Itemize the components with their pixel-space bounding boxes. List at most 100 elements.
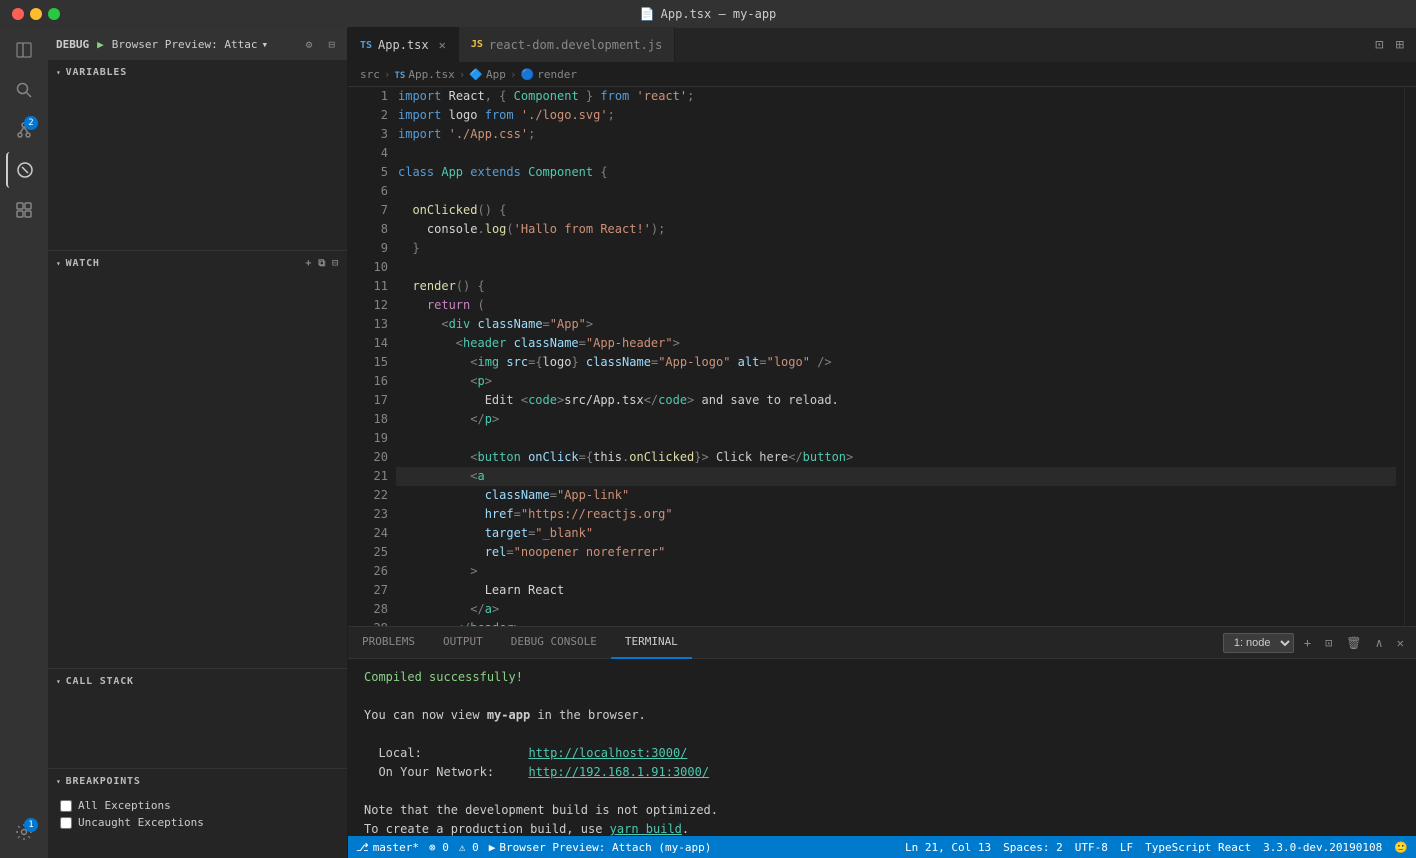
tab-output[interactable]: OUTPUT xyxy=(429,627,497,659)
variables-content xyxy=(48,84,347,88)
tab-problems[interactable]: PROBLEMS xyxy=(348,627,429,659)
status-language[interactable]: TypeScript React xyxy=(1145,841,1251,854)
source-control-badge: 2 xyxy=(24,116,38,130)
activity-bar-bottom: 1 xyxy=(6,814,42,858)
panel-maximize-button[interactable]: ∧ xyxy=(1372,634,1387,652)
breadcrumb-src[interactable]: src xyxy=(360,68,380,81)
panel-close-button[interactable]: ✕ xyxy=(1393,634,1408,652)
watch-add-button[interactable]: + xyxy=(305,258,312,269)
sidebar-item-debug[interactable] xyxy=(6,152,42,188)
code-line-27: Learn React xyxy=(396,581,1396,600)
tab-react-dom-label: react-dom.development.js xyxy=(489,38,662,52)
code-line-19 xyxy=(396,429,1396,448)
code-line-11: render() { xyxy=(396,277,1396,296)
tab-bar-actions: ⊡ ⊞ xyxy=(1363,28,1416,62)
sidebar-item-search[interactable] xyxy=(6,72,42,108)
status-encoding[interactable]: UTF-8 xyxy=(1075,841,1108,854)
status-spaces[interactable]: Spaces: 2 xyxy=(1003,841,1063,854)
tab-app-tsx-label: App.tsx xyxy=(378,38,429,52)
code-line-12: return ( xyxy=(396,296,1396,315)
code-line-23: href="https://reactjs.org" xyxy=(396,505,1396,524)
close-button[interactable] xyxy=(12,8,24,20)
sidebar-item-source-control[interactable]: 2 xyxy=(6,112,42,148)
debug-label: DEBUG xyxy=(56,38,89,51)
split-terminal-button[interactable]: ⊡ xyxy=(1321,634,1336,652)
breadcrumb-class-icon: 🔷 xyxy=(469,68,483,81)
app-layout: 2 1 DEBUG ▶ Browser Preview: Attac ▾ ⚙ xyxy=(0,28,1416,858)
status-debug-session[interactable]: ▶ Browser Preview: Attach (my-app) xyxy=(489,841,712,854)
callstack-title: CALL STACK xyxy=(66,676,134,687)
uncaught-exceptions-checkbox[interactable] xyxy=(60,817,72,829)
breadcrumb-tsx-icon: TS xyxy=(395,71,406,81)
split-editor-icon[interactable]: ⊡ xyxy=(1371,35,1387,55)
window-controls[interactable] xyxy=(12,8,60,20)
terminal-content[interactable]: Compiled successfully! You can now view … xyxy=(348,659,1416,836)
maximize-button[interactable] xyxy=(48,8,60,20)
sidebar-item-settings[interactable]: 1 xyxy=(6,814,42,850)
status-warnings[interactable]: ⚠ 0 xyxy=(459,841,479,854)
code-line-22: className="App-link" xyxy=(396,486,1396,505)
code-line-7: onClicked() { xyxy=(396,201,1396,220)
panel-tabs: PROBLEMS OUTPUT DEBUG CONSOLE TERMINAL 1… xyxy=(348,627,1416,659)
debug-toolbar: DEBUG ▶ Browser Preview: Attac ▾ ⚙ ⊟ xyxy=(48,28,347,60)
tab-debug-console[interactable]: DEBUG CONSOLE xyxy=(497,627,611,659)
breakpoints-header[interactable]: ▾ BREAKPOINTS xyxy=(48,769,347,793)
sidebar-item-explorer[interactable] xyxy=(6,32,42,68)
sidebar-item-extensions[interactable] xyxy=(6,192,42,228)
watch-icons: + ⧉ ⊟ xyxy=(305,258,339,269)
code-line-24: target="_blank" xyxy=(396,524,1396,543)
tab-close-app-tsx[interactable]: ✕ xyxy=(439,38,446,52)
code-content[interactable]: import React, { Component } from 'react'… xyxy=(396,87,1404,626)
tsx-icon: TS xyxy=(360,40,372,51)
variables-header[interactable]: ▾ VARIABLES xyxy=(48,60,347,84)
code-line-18: </p> xyxy=(396,410,1396,429)
status-version[interactable]: 3.3.0-dev.20190108 xyxy=(1263,841,1382,854)
debug-play-button[interactable]: ▶ xyxy=(97,38,104,51)
status-branch[interactable]: ⎇ master* xyxy=(356,841,419,854)
git-branch-icon: ⎇ xyxy=(356,841,369,854)
breakpoints-section: ▾ BREAKPOINTS All Exceptions Uncaught Ex… xyxy=(48,768,347,858)
all-exceptions-checkbox[interactable] xyxy=(60,800,72,812)
watch-copy-button[interactable]: ⧉ xyxy=(318,258,326,269)
tab-terminal[interactable]: TERMINAL xyxy=(611,627,692,659)
debug-preview-selector[interactable]: Browser Preview: Attac ▾ xyxy=(112,38,268,51)
debug-settings-button[interactable]: ⚙ xyxy=(302,36,317,53)
new-terminal-button[interactable]: + xyxy=(1300,634,1315,652)
breadcrumb: src › TSApp.tsx › 🔷App › 🔵render xyxy=(348,63,1416,87)
tab-react-dom[interactable]: JS react-dom.development.js xyxy=(459,27,675,62)
debug-layout-button[interactable]: ⊟ xyxy=(324,36,339,53)
status-errors[interactable]: ⊗ 0 xyxy=(429,841,449,854)
delete-terminal-button[interactable]: 🗑 xyxy=(1342,634,1365,652)
breadcrumb-app-tsx[interactable]: TSApp.tsx xyxy=(395,68,455,81)
terminal-line-network: On Your Network:http://192.168.1.91:3000… xyxy=(364,763,1400,781)
editor-scrollbar[interactable] xyxy=(1404,87,1416,626)
code-line-25: rel="noopener noreferrer" xyxy=(396,543,1396,562)
code-line-21: <a xyxy=(396,467,1396,486)
terminal-line-view: You can now view my-app in the browser. xyxy=(364,706,1400,724)
code-line-4 xyxy=(396,144,1396,163)
status-line-ending[interactable]: LF xyxy=(1120,841,1133,854)
watch-header[interactable]: ▾ WATCH + ⧉ ⊟ xyxy=(48,251,347,275)
debug-toolbar-icons: ⚙ ⊟ xyxy=(302,36,339,53)
callstack-header[interactable]: ▾ CALL STACK xyxy=(48,669,347,693)
code-line-10 xyxy=(396,258,1396,277)
terminal-line-local: Local:http://localhost:3000/ xyxy=(364,744,1400,762)
tab-app-tsx[interactable]: TS App.tsx ✕ xyxy=(348,27,459,62)
window-title: 📄 App.tsx — my-app xyxy=(640,7,777,21)
code-line-20: <button onClick={this.onClicked}> Click … xyxy=(396,448,1396,467)
editor-layout-icon[interactable]: ⊞ xyxy=(1392,35,1408,55)
debug-sidebar: DEBUG ▶ Browser Preview: Attac ▾ ⚙ ⊟ ▾ V… xyxy=(48,28,348,858)
terminal-selector[interactable]: 1: node xyxy=(1223,633,1294,653)
watch-section: ▾ WATCH + ⧉ ⊟ xyxy=(48,250,347,668)
breadcrumb-app-class[interactable]: 🔷App xyxy=(469,68,506,81)
panel: PROBLEMS OUTPUT DEBUG CONSOLE TERMINAL 1… xyxy=(348,626,1416,836)
status-left: ⎇ master* ⊗ 0 ⚠ 0 ▶ Browser Preview: Att… xyxy=(356,841,711,854)
watch-collapse-button[interactable]: ⊟ xyxy=(332,258,339,269)
status-position[interactable]: Ln 21, Col 13 xyxy=(905,841,991,854)
breadcrumb-render-method[interactable]: 🔵render xyxy=(521,68,577,81)
file-icon: 📄 xyxy=(640,7,655,21)
code-editor[interactable]: 12345 678910 1112131415 1617181920 21222… xyxy=(348,87,1416,626)
status-smiley[interactable]: 🙂 xyxy=(1394,841,1408,854)
breakpoint-all-exceptions: All Exceptions xyxy=(60,797,335,814)
minimize-button[interactable] xyxy=(30,8,42,20)
